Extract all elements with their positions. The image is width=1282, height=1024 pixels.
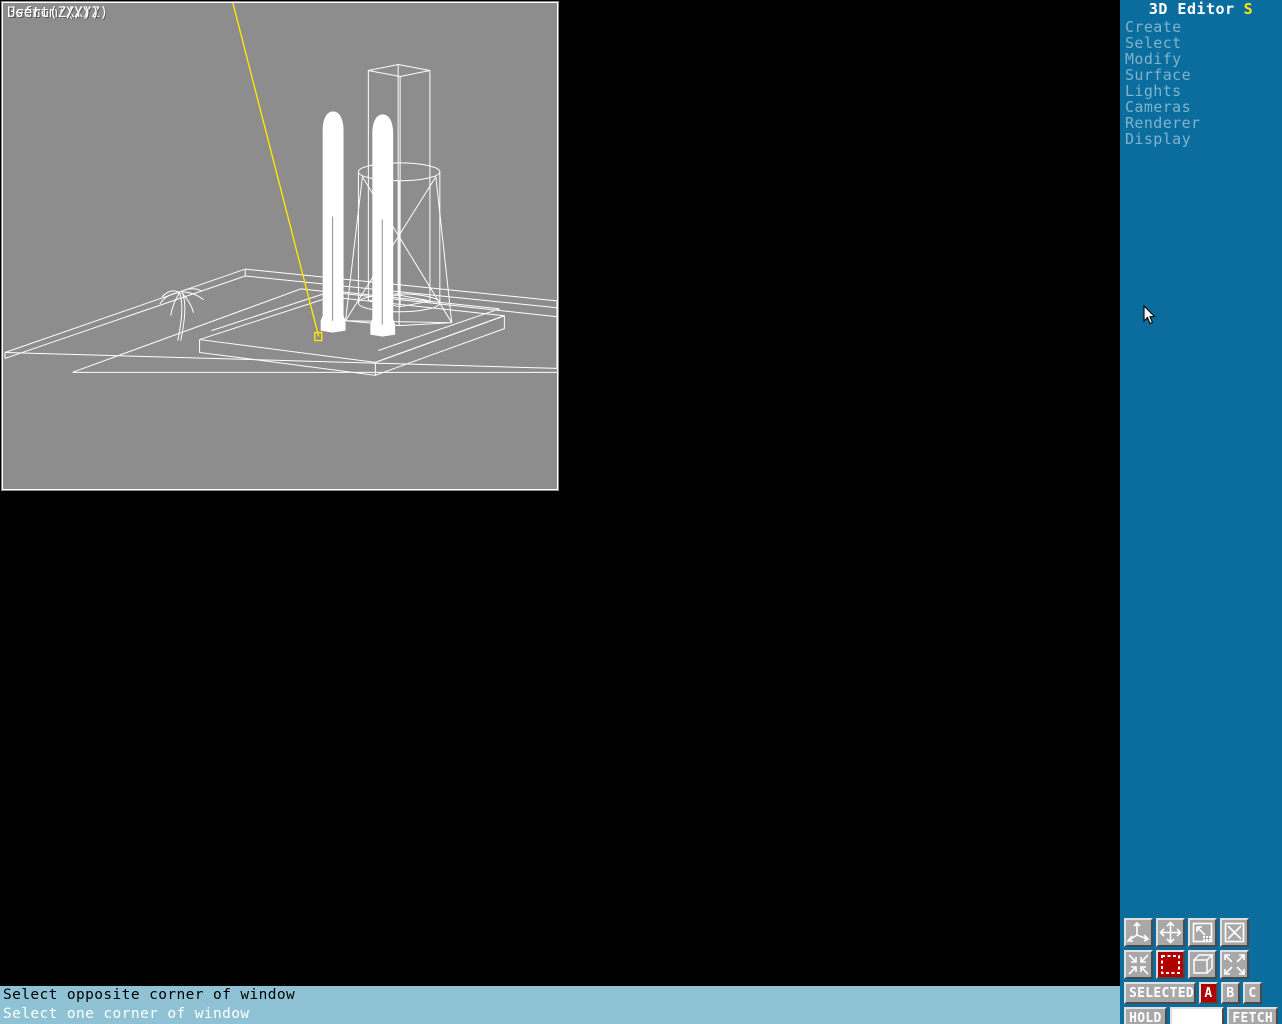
wireframe-user-view	[4, 3, 557, 376]
zoom-region-icon[interactable]	[1188, 918, 1217, 947]
bank-b-button[interactable]: B	[1221, 982, 1240, 1004]
hold-fetch-row: HOLD FETCH	[1124, 1007, 1278, 1024]
viewport-user[interactable]: User	[0, 0, 560, 492]
toolbox: SELECTED A B C HOLD FETCH	[1124, 918, 1278, 1024]
cube-icon[interactable]	[1188, 950, 1217, 979]
right-panel: 3D Editor S Create Select Modify Surface …	[1120, 0, 1282, 1024]
viewport-grid: Bottom (X/Z) Front (X/Y) Left (Z/Y) User	[0, 0, 1120, 984]
main-menu: Create Select Modify Surface Lights Came…	[1120, 19, 1282, 147]
selected-row: SELECTED A B C	[1124, 982, 1278, 1004]
menu-item-modify[interactable]: Modify	[1120, 51, 1282, 67]
status-line-primary: Select opposite corner of window	[3, 987, 296, 1003]
selected-button[interactable]: SELECTED	[1124, 982, 1196, 1004]
3d-editor-window: Bottom (X/Z) Front (X/Y) Left (Z/Y) User…	[0, 0, 1282, 1024]
fetch-button[interactable]: FETCH	[1227, 1007, 1278, 1024]
app-title-text: 3D Editor	[1148, 0, 1235, 18]
hold-button[interactable]: HOLD	[1124, 1007, 1167, 1024]
zoom-in-icon[interactable]	[1124, 950, 1153, 979]
selection-box-icon[interactable]	[1156, 950, 1185, 979]
viewport-user-inner[interactable]: User	[2, 2, 558, 490]
status-line-secondary: Select one corner of window	[3, 1006, 250, 1022]
ground-plane-user	[4, 268, 557, 373]
axis-tripod-icon[interactable]	[1124, 918, 1153, 947]
light-ray-user	[232, 3, 320, 337]
bank-a-button[interactable]: A	[1199, 982, 1218, 1004]
menu-item-cameras[interactable]: Cameras	[1120, 99, 1282, 115]
app-title: 3D Editor S	[1120, 0, 1282, 18]
status-bar: Select opposite corner of window Select …	[0, 984, 1120, 1024]
menu-item-display[interactable]: Display	[1120, 131, 1282, 147]
menu-item-surface[interactable]: Surface	[1120, 67, 1282, 83]
bank-c-button[interactable]: C	[1243, 982, 1262, 1004]
launch-tower-user	[345, 64, 453, 327]
menu-item-renderer[interactable]: Renderer	[1120, 115, 1282, 131]
menu-item-select[interactable]: Select	[1120, 35, 1282, 51]
menu-item-create[interactable]: Create	[1120, 19, 1282, 35]
move-icon[interactable]	[1156, 918, 1185, 947]
cancel-box-icon[interactable]	[1220, 918, 1249, 947]
toolbox-row-1	[1124, 918, 1278, 947]
hold-swatch[interactable]	[1169, 1007, 1225, 1024]
menu-item-lights[interactable]: Lights	[1120, 83, 1282, 99]
zoom-out-icon[interactable]	[1220, 950, 1249, 979]
rocket-user-b	[370, 114, 396, 337]
app-title-flag: S	[1243, 0, 1254, 18]
palm-tree	[159, 288, 204, 341]
toolbox-row-2	[1124, 950, 1278, 979]
